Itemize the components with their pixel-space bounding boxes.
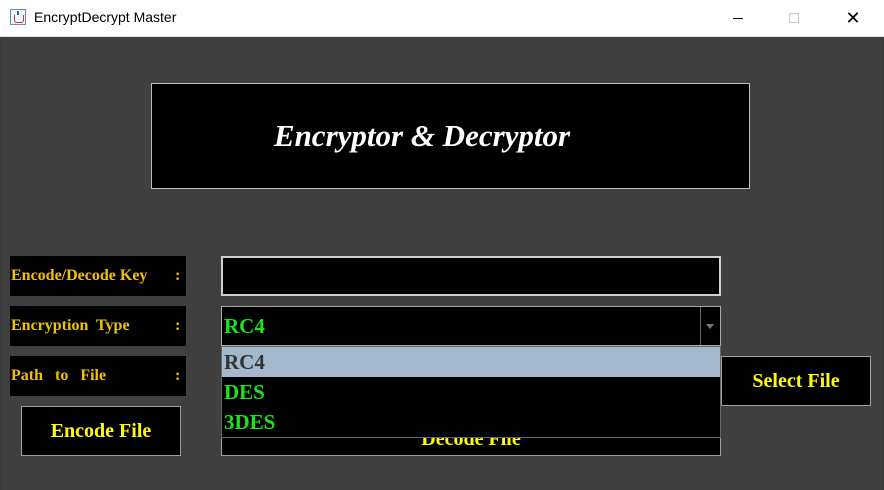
- window-title: EncryptDecrypt Master: [34, 9, 177, 25]
- encryption-type-select[interactable]: RC4: [221, 306, 721, 346]
- key-input[interactable]: [221, 256, 721, 296]
- encode-file-button[interactable]: Encode File: [21, 406, 181, 456]
- page-title: Encryptor & Decryptor: [273, 118, 571, 153]
- close-icon: ✕: [845, 7, 861, 28]
- dropdown-arrow-button[interactable]: [700, 307, 720, 345]
- encryption-type-dropdown-list: RC4 DES 3DES: [221, 346, 721, 438]
- type-label-text: Encryption Type: [11, 317, 130, 334]
- path-label-colon: :: [175, 367, 181, 384]
- dropdown-option-rc4[interactable]: RC4: [222, 347, 720, 377]
- header-banner: Encryptor & Decryptor: [151, 83, 750, 189]
- close-button[interactable]: ✕: [830, 0, 876, 36]
- type-label-colon: :: [175, 317, 181, 334]
- chevron-down-icon: [706, 324, 714, 329]
- dropdown-option-des[interactable]: DES: [222, 377, 720, 407]
- maximize-button[interactable]: [771, 0, 817, 36]
- select-file-button[interactable]: Select File: [721, 356, 871, 406]
- title-bar: EncryptDecrypt Master ✕: [0, 0, 884, 37]
- key-label-colon: :: [175, 267, 181, 284]
- path-label: Path to File :: [10, 356, 186, 396]
- path-label-text: Path to File: [11, 367, 107, 384]
- key-label: Encode/Decode Key :: [10, 256, 186, 296]
- minimize-icon: [733, 17, 743, 19]
- type-label: Encryption Type :: [10, 306, 186, 346]
- maximize-icon: [789, 13, 799, 23]
- key-label-text: Encode/Decode Key: [11, 267, 148, 284]
- encryption-type-value: RC4: [224, 314, 265, 338]
- java-app-icon: [10, 9, 26, 25]
- dropdown-option-3des[interactable]: 3DES: [222, 407, 720, 437]
- minimize-button[interactable]: [715, 0, 761, 36]
